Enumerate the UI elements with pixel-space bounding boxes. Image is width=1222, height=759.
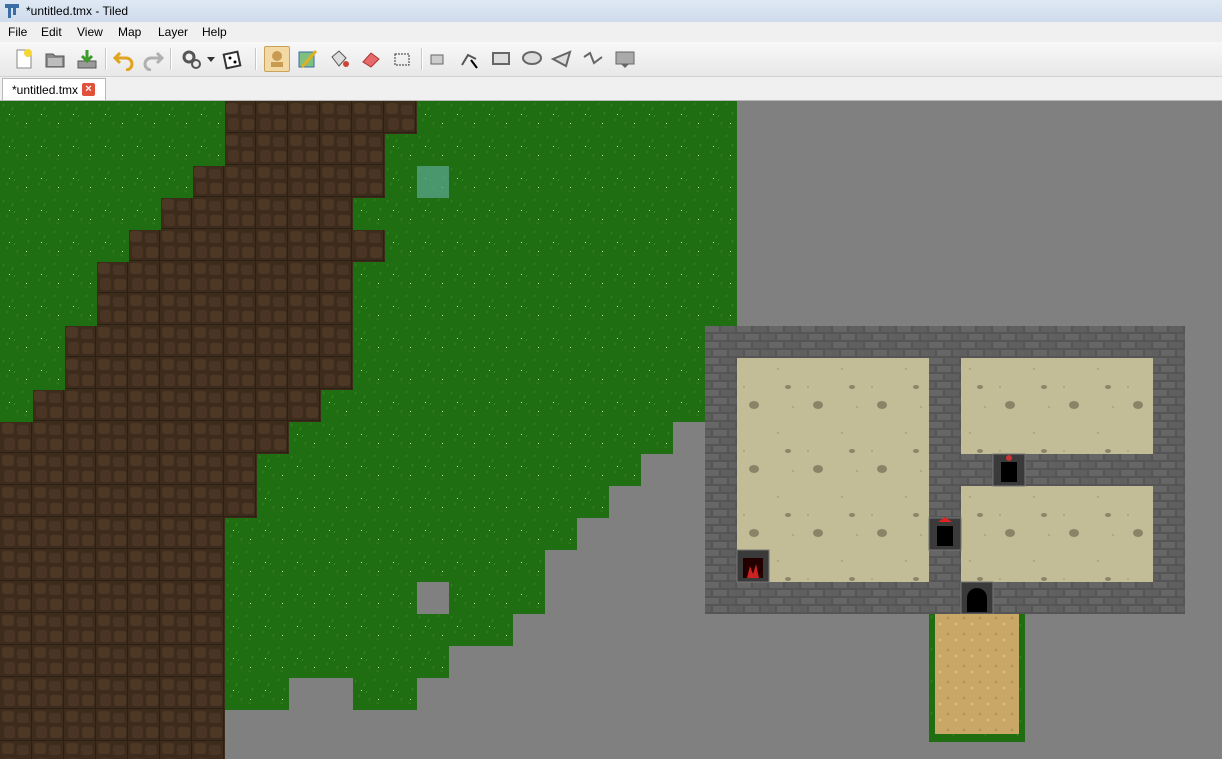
grass-bottom-edge [289,678,353,710]
grass-patch [225,678,289,710]
random-mode-dice-icon[interactable] [221,47,245,71]
tab-label: *untitled.tmx [12,83,79,97]
room-floor-upper-right [961,358,1153,454]
menu-layer[interactable]: Layer [156,25,190,39]
edit-polygons-icon[interactable] [458,47,482,71]
undo-icon[interactable] [112,47,136,71]
menu-edit[interactable]: Edit [39,25,64,39]
main-toolbar [0,42,1222,77]
eraser-icon[interactable] [359,47,383,71]
toolbar-separator [170,48,172,70]
tile-cursor-preview [417,166,449,198]
insert-tile-icon[interactable] [613,47,637,71]
open-file-icon[interactable] [43,47,67,71]
insert-polygon-icon[interactable] [550,47,574,71]
window-title: *untitled.tmx - Tiled [26,4,129,18]
document-tab-bar: *untitled.tmx × [0,77,1222,101]
sand-path [935,614,1019,734]
menu-help[interactable]: Help [200,25,229,39]
close-tab-icon[interactable]: × [82,83,95,96]
toolbar-separator [255,48,257,70]
dropdown-arrow-icon[interactable] [205,47,217,71]
tiled-icon [5,4,19,18]
toolbar-separator [105,48,107,70]
door-middle [928,517,962,551]
fireplace [736,549,770,583]
menu-bar: File Edit View Map Layer Help [0,22,1222,42]
bucket-fill-icon[interactable] [327,47,351,71]
menu-file[interactable]: File [6,25,29,39]
toolbar-separator [421,48,423,70]
new-map-icon[interactable] [12,47,36,71]
title-bar: *untitled.tmx - Tiled [0,0,1222,23]
room-floor-main [737,358,929,582]
select-objects-icon[interactable] [427,47,451,71]
command-gears-icon[interactable] [180,47,204,71]
insert-polyline-icon[interactable] [581,47,605,71]
grass-patch [353,678,417,710]
stamp-brush-icon[interactable] [264,46,290,72]
redo-icon[interactable] [141,47,165,71]
empty-tile [417,582,449,614]
tile-map[interactable] [0,101,1222,759]
insert-ellipse-icon[interactable] [520,47,544,71]
menu-view[interactable]: View [75,25,105,39]
save-icon[interactable] [75,47,99,71]
room-floor-lower-right [961,486,1153,582]
rectangular-select-icon[interactable] [390,47,414,71]
door-upper-right [992,453,1026,487]
tab-untitled[interactable]: *untitled.tmx × [2,78,106,100]
menu-map[interactable]: Map [116,25,143,39]
terrain-brush-icon[interactable] [296,47,320,71]
door-bottom-entrance [960,581,994,615]
insert-rectangle-icon[interactable] [489,47,513,71]
map-canvas[interactable] [0,101,1222,759]
